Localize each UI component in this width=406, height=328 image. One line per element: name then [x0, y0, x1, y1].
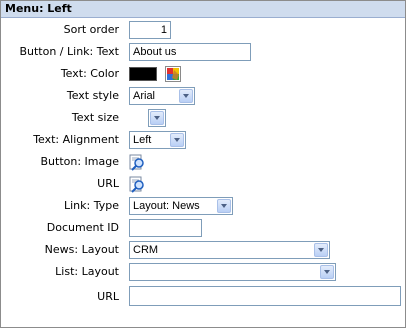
news-layout-select[interactable]: CRM — [129, 241, 330, 259]
sort-order-input[interactable]: 1 — [129, 21, 171, 39]
text-alignment-select[interactable]: Left — [129, 131, 186, 149]
button-link-text-label: Button / Link: Text — [19, 45, 119, 58]
row-news-layout: News: Layout CRM — [1, 239, 405, 261]
news-layout-value: CRM — [133, 244, 159, 256]
chevron-down-icon[interactable] — [170, 133, 184, 147]
text-style-value: Arial — [133, 90, 156, 102]
chevron-down-icon[interactable] — [179, 89, 193, 103]
text-color-label: Text: Color — [60, 67, 119, 80]
text-style-label: Text style — [66, 89, 119, 102]
search-icon[interactable] — [129, 176, 147, 194]
chevron-down-icon[interactable] — [320, 265, 334, 279]
search-icon[interactable] — [129, 154, 147, 172]
sort-order-label: Sort order — [63, 23, 119, 36]
chevron-down-icon[interactable] — [217, 199, 231, 213]
text-alignment-value: Left — [133, 134, 152, 146]
url-2-label: URL — [97, 290, 119, 303]
list-layout-label: List: Layout — [55, 265, 119, 278]
row-sort-order: Sort order 1 — [1, 19, 405, 41]
list-layout-select[interactable] — [129, 263, 336, 281]
row-text-style: Text style Arial — [1, 85, 405, 107]
row-text-alignment: Text: Alignment Left — [1, 129, 405, 151]
row-text-size: Text size — [1, 107, 405, 129]
color-palette-icon[interactable] — [165, 66, 181, 82]
text-size-label: Text size — [71, 111, 119, 124]
row-url-1: URL — [1, 173, 405, 195]
url-1-label: URL — [97, 177, 119, 190]
url-input[interactable] — [129, 286, 401, 306]
chevron-down-icon[interactable] — [150, 111, 164, 125]
row-url-2: URL — [1, 283, 405, 309]
text-alignment-label: Text: Alignment — [33, 133, 119, 146]
text-color-swatch[interactable] — [129, 67, 157, 81]
document-id-label: Document ID — [46, 221, 119, 234]
link-type-select[interactable]: Layout: News — [129, 197, 233, 215]
text-size-select[interactable] — [148, 109, 166, 127]
chevron-down-icon[interactable] — [314, 243, 328, 257]
panel-header: Menu: Left — [1, 1, 405, 18]
row-document-id: Document ID — [1, 217, 405, 239]
news-layout-label: News: Layout — [44, 243, 119, 256]
button-link-text-input[interactable]: About us — [129, 43, 251, 61]
row-list-layout: List: Layout — [1, 261, 405, 283]
link-type-label: Link: Type — [64, 199, 119, 212]
row-text-color: Text: Color — [1, 63, 405, 85]
button-image-label: Button: Image — [40, 155, 120, 168]
link-type-value: Layout: News — [133, 200, 200, 212]
row-link-type: Link: Type Layout: News — [1, 195, 405, 217]
row-button-image: Button: Image — [1, 151, 405, 173]
text-style-select[interactable]: Arial — [129, 87, 195, 105]
document-id-input[interactable] — [129, 219, 202, 237]
menu-left-panel: Menu: Left Sort order 1 Button / Link: T… — [0, 0, 406, 328]
row-button-link-text: Button / Link: Text About us — [1, 41, 405, 63]
